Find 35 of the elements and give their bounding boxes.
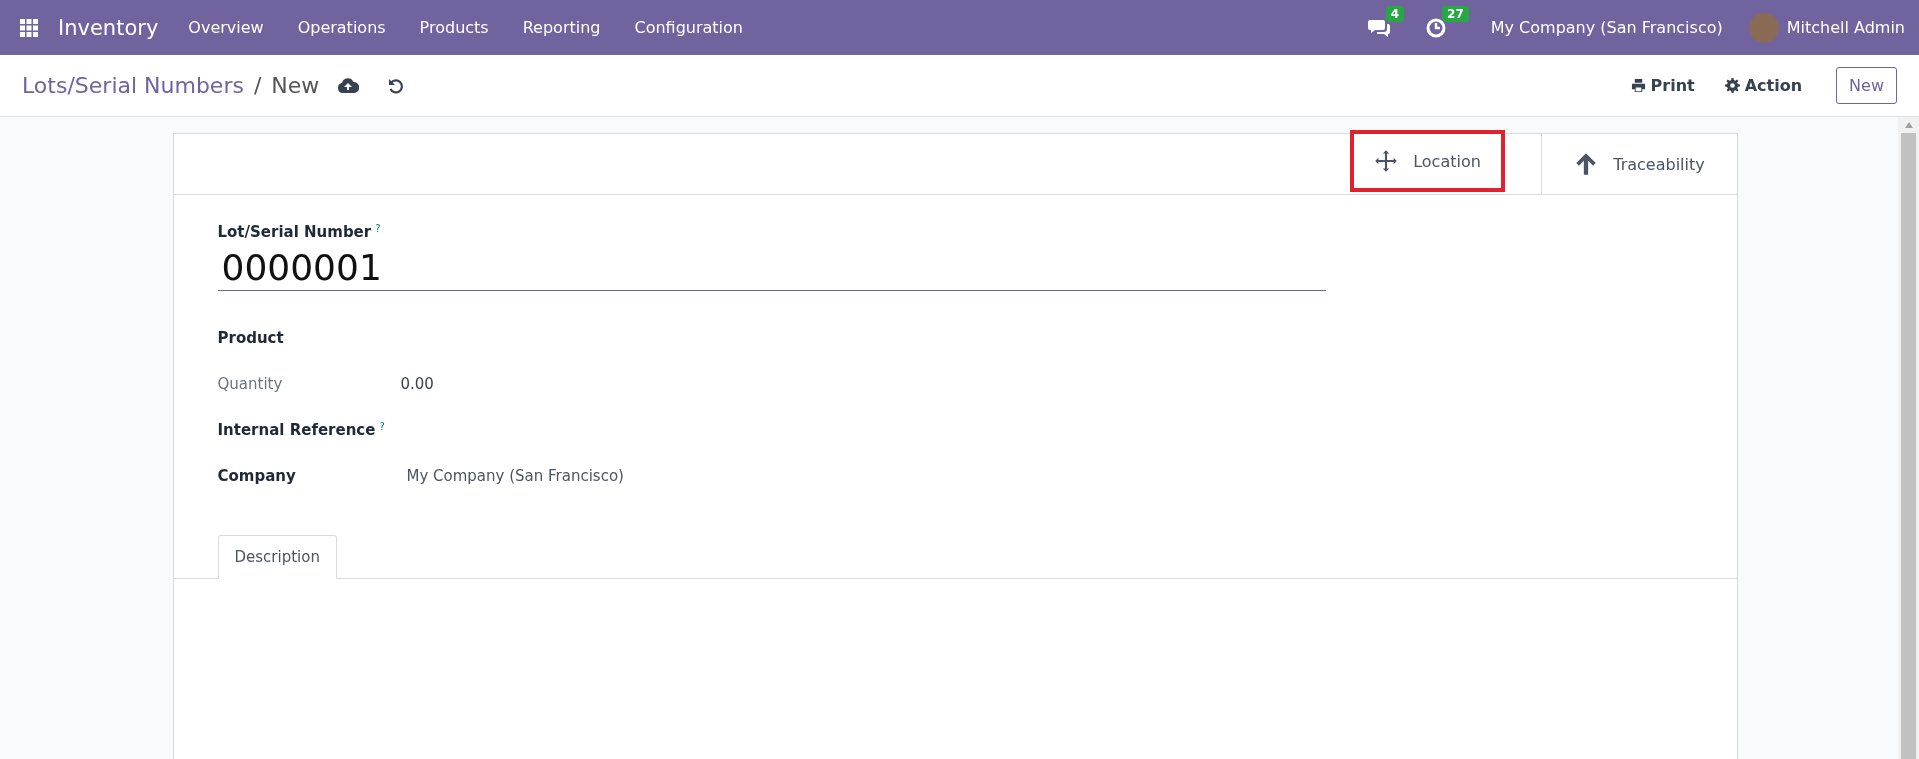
breadcrumb-current: New	[271, 73, 320, 98]
activity-count-badge: 27	[1442, 5, 1469, 22]
field-label: Product	[217, 329, 284, 347]
undo-icon[interactable]	[387, 76, 406, 95]
field-value[interactable]: My Company (San Francisco)	[406, 467, 624, 485]
field-value: 0.00	[400, 375, 434, 393]
smart-button[interactable]: Location	[1349, 130, 1505, 192]
app-grid-icon[interactable]	[20, 18, 38, 37]
field-label: Lot/Serial Number	[217, 223, 372, 241]
new-button[interactable]: New	[1836, 67, 1897, 104]
menu-item[interactable]: Reporting	[522, 18, 601, 37]
user-menu[interactable]: Mitchell Admin	[1786, 18, 1905, 37]
breadcrumb-separator: /	[253, 73, 262, 98]
cloud-upload-icon[interactable]	[337, 76, 360, 95]
settings-icon	[1724, 78, 1740, 93]
chat-icon[interactable]	[1367, 17, 1390, 38]
notebook-tab[interactable]: Description	[217, 535, 337, 579]
action-button[interactable]: Action	[1720, 72, 1807, 99]
app-name[interactable]: Inventory	[58, 15, 159, 40]
menu-item[interactable]: Overview	[188, 18, 264, 37]
field-label: Quantity	[217, 375, 283, 393]
help-tooltip[interactable]: ?	[375, 223, 381, 241]
print-icon	[1630, 78, 1646, 93]
company-switcher[interactable]: My Company (San Francisco)	[1490, 18, 1723, 37]
menu-item[interactable]: Products	[419, 18, 489, 37]
field-label: Company	[217, 467, 296, 485]
clock-icon[interactable]	[1426, 17, 1447, 38]
print-button[interactable]: Print	[1626, 72, 1699, 99]
field-label: Internal Reference	[217, 421, 376, 439]
message-count-badge: 4	[1385, 5, 1405, 22]
menu-item[interactable]: Configuration	[634, 18, 743, 37]
breadcrumb-link[interactable]: Lots/Serial Numbers	[22, 73, 244, 98]
scrollbar[interactable]	[1898, 117, 1919, 759]
menu-item[interactable]: Operations	[297, 18, 386, 37]
help-tooltip[interactable]: ?	[379, 421, 385, 432]
